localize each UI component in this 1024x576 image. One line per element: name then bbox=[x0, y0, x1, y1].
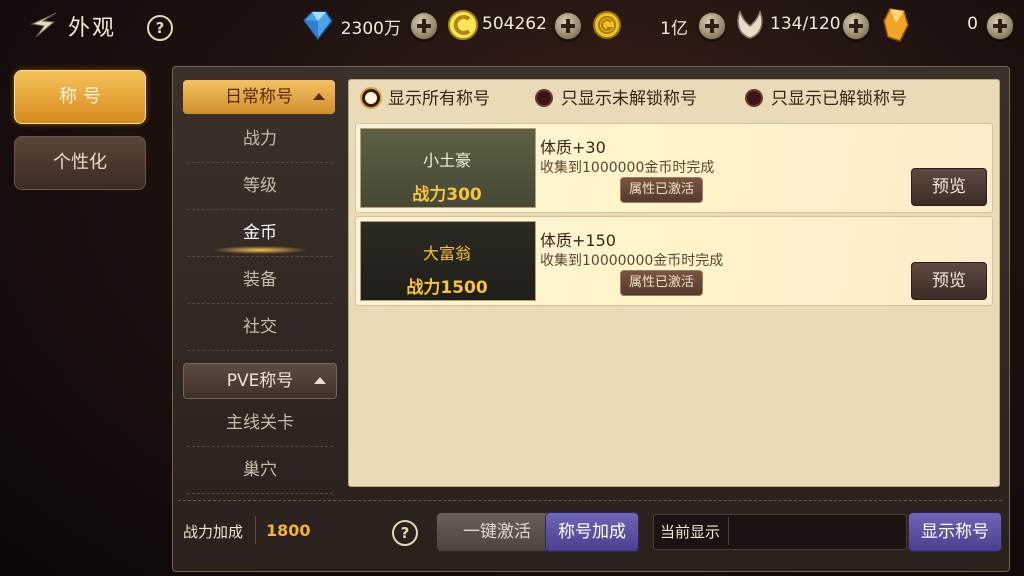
add-coin-button[interactable] bbox=[554, 12, 582, 40]
filter-show-locked[interactable]: 只显示未解锁称号 bbox=[535, 88, 697, 110]
help-icon[interactable]: ? bbox=[147, 15, 173, 41]
title-attribute: 体质+150 bbox=[540, 231, 616, 250]
add-diamond-button[interactable] bbox=[410, 12, 438, 40]
filter-label: 显示所有称号 bbox=[388, 89, 490, 109]
tab-personalize[interactable]: 个性化 bbox=[14, 136, 146, 190]
crystal-icon bbox=[883, 8, 909, 42]
gold-amount: 1亿 bbox=[660, 19, 688, 39]
diamond-icon bbox=[303, 11, 333, 41]
title-attribute: 体质+30 bbox=[540, 138, 606, 157]
title-power: 战力1500 bbox=[406, 278, 488, 298]
crystal-amount: 0 bbox=[967, 14, 978, 34]
subcategory-item[interactable]: 社交 bbox=[187, 304, 333, 351]
back-arrow-icon[interactable] bbox=[26, 10, 60, 40]
title-power: 战力300 bbox=[412, 185, 482, 205]
selection-highlight bbox=[212, 246, 308, 254]
radio-icon bbox=[745, 89, 763, 107]
subcategory-item[interactable]: 主线关卡 bbox=[187, 400, 333, 447]
coin-amount: 504262 bbox=[482, 14, 547, 34]
category-pve-header[interactable]: PVE称号 bbox=[183, 363, 337, 399]
add-stamina-button[interactable] bbox=[842, 12, 870, 40]
divider bbox=[728, 517, 729, 545]
stamina-amount: 134/120 bbox=[770, 14, 841, 34]
coin-c-icon bbox=[448, 10, 478, 40]
radio-selected-icon bbox=[362, 89, 380, 107]
status-badge: 属性已激活 bbox=[620, 177, 704, 203]
status-badge: 属性已激活 bbox=[620, 270, 704, 296]
chevron-up-icon bbox=[313, 93, 325, 100]
filter-show-unlocked[interactable]: 只显示已解锁称号 bbox=[745, 88, 907, 110]
power-bonus-label: 战力加成 bbox=[183, 523, 244, 541]
add-gold-button[interactable] bbox=[698, 12, 726, 40]
help-icon[interactable]: ? bbox=[392, 520, 418, 546]
filter-show-all[interactable]: 显示所有称号 bbox=[362, 88, 490, 110]
title-condition: 收集到1000000金币时完成 bbox=[540, 160, 715, 176]
show-title-button[interactable]: 显示称号 bbox=[908, 512, 1002, 552]
add-crystal-button[interactable] bbox=[986, 12, 1014, 40]
category-daily-header[interactable]: 日常称号 bbox=[183, 80, 335, 114]
divider bbox=[255, 516, 256, 544]
gold-g-icon bbox=[593, 11, 621, 39]
filter-label: 只显示未解锁称号 bbox=[561, 89, 697, 109]
radio-icon bbox=[535, 89, 553, 107]
category-pve-label: PVE称号 bbox=[226, 371, 294, 391]
power-bonus-value: 1800 bbox=[266, 521, 311, 540]
title-name: 大富翁 bbox=[422, 244, 471, 263]
subcategory-item[interactable]: 装备 bbox=[187, 257, 333, 304]
preview-button[interactable]: 预览 bbox=[911, 262, 987, 300]
activate-all-button[interactable]: 一键激活 bbox=[436, 512, 558, 552]
title-condition: 收集到10000000金币时完成 bbox=[540, 253, 724, 269]
page-title: 外观 bbox=[68, 16, 117, 41]
subcategory-item[interactable]: 等级 bbox=[187, 163, 333, 210]
category-daily-label: 日常称号 bbox=[225, 87, 293, 107]
current-display-label: 当前显示 bbox=[660, 523, 721, 541]
filter-label: 只显示已解锁称号 bbox=[771, 89, 907, 109]
title-name: 小土豪 bbox=[422, 151, 471, 170]
divider bbox=[178, 500, 1002, 501]
preview-button[interactable]: 预览 bbox=[911, 168, 987, 206]
subcategory-item[interactable]: 巢穴 bbox=[187, 447, 333, 494]
subcategory-item[interactable]: 战力 bbox=[187, 116, 333, 163]
diamond-amount: 2300万 bbox=[340, 19, 401, 39]
chevron-up-icon bbox=[314, 377, 326, 384]
top-bar: 外观 ? 2300万 504262 1亿 134/120 0 bbox=[0, 0, 1024, 52]
wing-icon bbox=[737, 9, 763, 39]
tab-title[interactable]: 称 号 bbox=[14, 70, 146, 124]
title-bonus-button[interactable]: 称号加成 bbox=[545, 512, 639, 552]
